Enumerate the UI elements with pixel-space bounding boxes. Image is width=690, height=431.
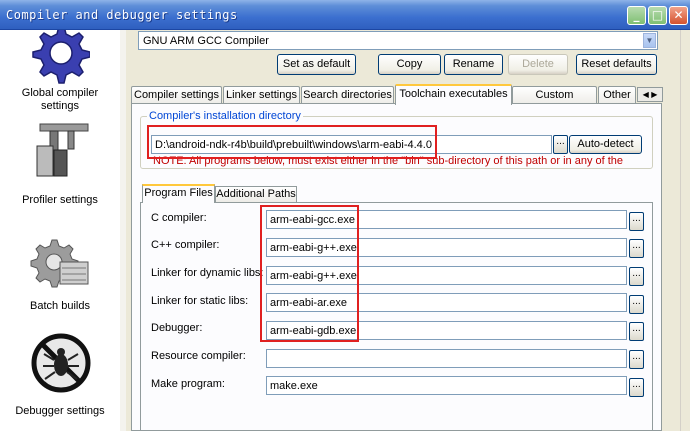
dynamic-linker-browse-button[interactable]: ... — [629, 267, 644, 286]
gear-icon — [32, 30, 90, 84]
c-compiler-browse-button[interactable]: ... — [629, 212, 644, 231]
sidebar-item-label: Profiler settings — [22, 194, 98, 206]
resource-compiler-browse-button[interactable]: ... — [629, 350, 644, 369]
cpp-compiler-label: C++ compiler: — [151, 239, 220, 251]
install-dir-note: NOTE: All programs below, must exist eit… — [153, 155, 624, 167]
make-program-input[interactable]: make.exe — [266, 376, 627, 395]
static-linker-input[interactable]: arm-eabi-ar.exe — [266, 293, 627, 312]
resource-compiler-input[interactable] — [266, 349, 627, 368]
sidebar-scrollbar[interactable] — [120, 30, 126, 431]
c-compiler-label: C compiler: — [151, 212, 207, 224]
minimize-button[interactable]: _ — [627, 6, 646, 25]
program-files-panel — [140, 202, 653, 431]
debugger-browse-button[interactable]: ... — [629, 322, 644, 341]
sidebar-item-label: Batch builds — [30, 300, 90, 312]
dynamic-linker-input[interactable]: arm-eabi-g++.exe — [266, 266, 627, 285]
debugger-label: Debugger: — [151, 322, 203, 334]
sidebar-item-label: Global compiler settings — [21, 87, 99, 112]
reset-defaults-button[interactable]: Reset defaults — [576, 54, 657, 75]
delete-button[interactable]: Delete — [508, 54, 568, 75]
tab-scroll-arrows[interactable]: ◀ ▶ — [637, 87, 663, 102]
sidebar-item-profiler[interactable]: Profiler settings — [0, 118, 120, 218]
batch-gear-icon — [30, 239, 89, 288]
cpp-compiler-browse-button[interactable]: ... — [629, 239, 644, 258]
rename-button[interactable]: Rename — [444, 54, 503, 75]
make-program-label: Make program: — [151, 378, 225, 390]
dynamic-linker-label: Linker for dynamic libs: — [151, 267, 264, 279]
window-title: Compiler and debugger settings — [6, 8, 238, 22]
subtab-program-files[interactable]: Program Files — [142, 184, 215, 203]
install-dir-input[interactable]: D:\android-ndk-r4b\build\prebuilt\window… — [151, 135, 552, 154]
caliper-icon — [36, 123, 89, 177]
debugger-input[interactable]: arm-eabi-gdb.exe — [266, 321, 627, 340]
cpp-compiler-input[interactable]: arm-eabi-g++.exe — [266, 238, 627, 257]
make-program-browse-button[interactable]: ... — [629, 378, 644, 397]
sidebar-item-label: Debugger settings — [15, 405, 105, 417]
tab-toolchain-executables[interactable]: Toolchain executables — [395, 84, 512, 105]
auto-detect-button[interactable]: Auto-detect — [569, 135, 642, 154]
sidebar-item-global-compiler[interactable]: Global compiler settings — [0, 30, 120, 118]
panel-scrollbar[interactable] — [680, 30, 690, 431]
set-as-default-button[interactable]: Set as default — [277, 54, 356, 75]
subtab-additional-paths[interactable]: Additional Paths — [215, 186, 297, 203]
c-compiler-input[interactable]: arm-eabi-gcc.exe — [266, 210, 627, 229]
maximize-button[interactable]: □ — [648, 6, 667, 25]
copy-button[interactable]: Copy — [378, 54, 441, 75]
chevron-down-icon[interactable]: ▼ — [643, 33, 656, 48]
sidebar-item-debugger[interactable]: Debugger settings — [0, 330, 120, 431]
title-bar: Compiler and debugger settings _ □ ✕ — [0, 0, 690, 30]
resource-compiler-label: Resource compiler: — [151, 350, 246, 362]
install-dir-group-title: Compiler's installation directory — [147, 110, 303, 122]
compiler-select[interactable]: GNU ARM GCC Compiler ▼ — [138, 31, 658, 50]
settings-category-list: Global compiler settings Profiler settin… — [0, 30, 126, 431]
static-linker-browse-button[interactable]: ... — [629, 295, 644, 314]
sidebar-item-batch-builds[interactable]: Batch builds — [0, 226, 120, 316]
compiler-select-value: GNU ARM GCC Compiler — [143, 35, 269, 47]
install-dir-browse-button[interactable]: ... — [553, 135, 568, 154]
static-linker-label: Linker for static libs: — [151, 295, 249, 307]
close-button[interactable]: ✕ — [669, 6, 688, 25]
bug-icon — [31, 333, 91, 393]
